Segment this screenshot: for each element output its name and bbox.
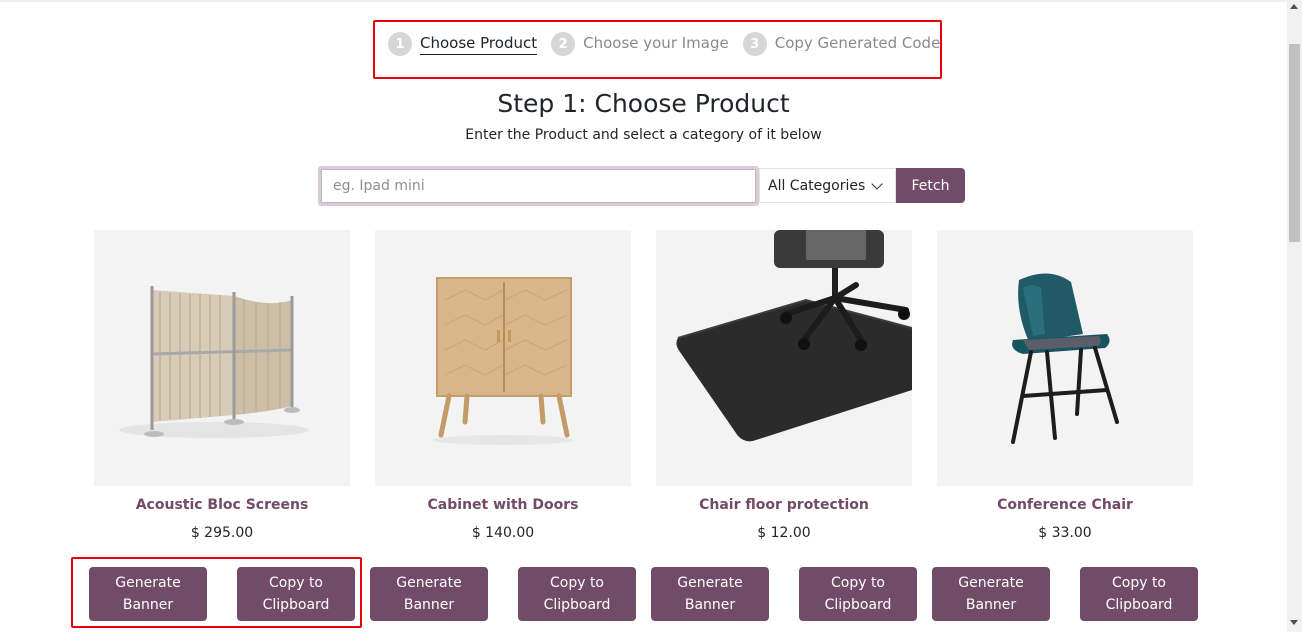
- product-price: $ 33.00: [1038, 525, 1092, 541]
- actions-highlight-box: [71, 557, 362, 628]
- product-price: $ 12.00: [757, 525, 811, 541]
- scroll-up-arrow-icon[interactable]: [1290, 4, 1298, 9]
- search-input[interactable]: [321, 169, 756, 203]
- copy-to-clipboard-button[interactable]: Copy to Clipboard: [799, 567, 917, 621]
- copy-to-clipboard-button[interactable]: Copy to Clipboard: [1080, 567, 1198, 621]
- category-select[interactable]: All Categories: [759, 168, 896, 203]
- search-field-wrapper: [318, 166, 759, 206]
- product-name[interactable]: Conference Chair: [937, 497, 1193, 513]
- fetch-button[interactable]: Fetch: [896, 168, 965, 203]
- stepper-highlight-box: [373, 20, 942, 79]
- generate-banner-button[interactable]: Generate Banner: [651, 567, 769, 621]
- cabinet-image[interactable]: [375, 230, 631, 486]
- product-name[interactable]: Acoustic Bloc Screens: [94, 497, 350, 513]
- product-card[interactable]: Cabinet with Doors $ 140.00: [375, 230, 631, 541]
- generate-banner-button[interactable]: Generate Banner: [932, 567, 1050, 621]
- vertical-scrollbar[interactable]: [1287, 0, 1302, 632]
- product-price: $ 295.00: [190, 525, 254, 541]
- generate-banner-button[interactable]: Generate Banner: [370, 567, 488, 621]
- scrollbar-thumb[interactable]: [1289, 44, 1300, 242]
- product-card[interactable]: Conference Chair $ 33.00: [937, 230, 1193, 541]
- product-price: $ 140.00: [471, 525, 535, 541]
- acoustic-screen-image[interactable]: [94, 230, 350, 486]
- page-title: Step 1: Choose Product: [497, 89, 790, 118]
- product-card[interactable]: Chair floor protection $ 12.00: [656, 230, 912, 541]
- product-name[interactable]: Cabinet with Doors: [375, 497, 631, 513]
- product-name[interactable]: Chair floor protection: [656, 497, 912, 513]
- product-card[interactable]: Acoustic Bloc Screens $ 295.00: [94, 230, 350, 541]
- chevron-down-icon: [871, 178, 883, 190]
- page-subtitle: Enter the Product and select a category …: [465, 127, 822, 143]
- category-select-value: All Categories: [768, 177, 866, 194]
- copy-to-clipboard-button[interactable]: Copy to Clipboard: [518, 567, 636, 621]
- top-border: [0, 0, 1287, 2]
- conference-chair-image[interactable]: [937, 230, 1193, 486]
- scroll-down-arrow-icon[interactable]: [1290, 620, 1298, 625]
- chair-floor-mat-image[interactable]: [656, 230, 912, 486]
